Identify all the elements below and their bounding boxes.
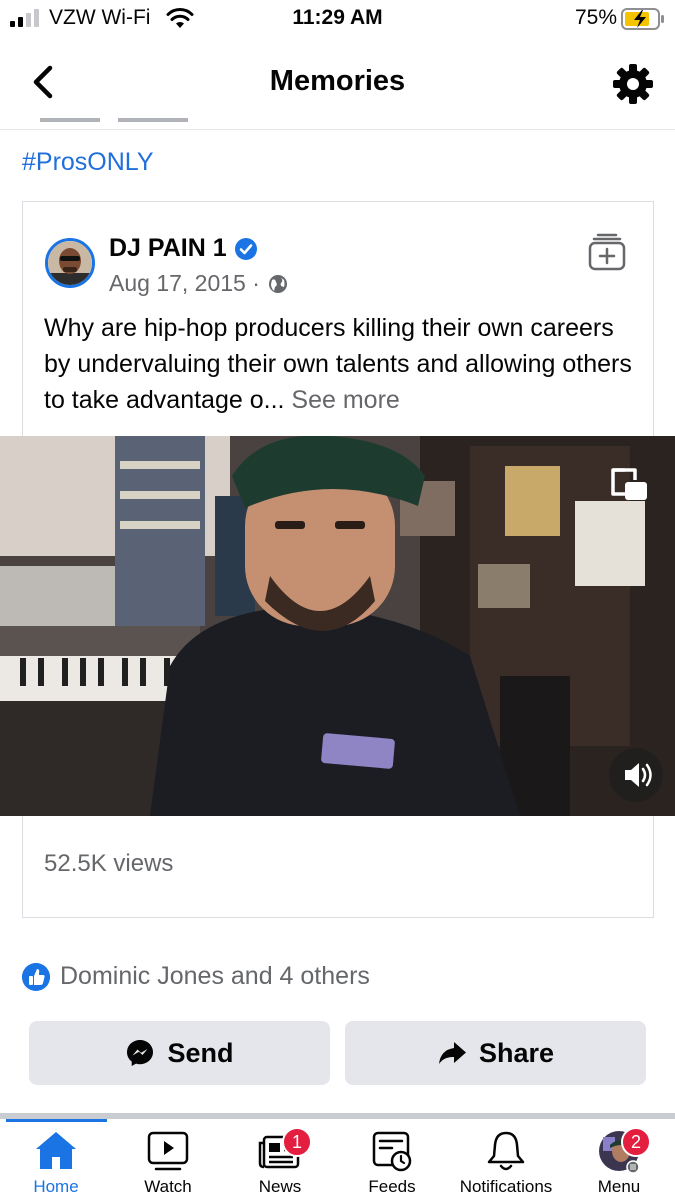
sound-toggle-button[interactable]	[609, 748, 663, 802]
reactions-text[interactable]: Dominic Jones and 4 others	[60, 962, 370, 991]
see-more-link[interactable]: See more	[291, 386, 399, 414]
page-title: Memories	[269, 65, 406, 97]
tab-menu[interactable]: 2 Menu	[563, 1119, 675, 1200]
post-date[interactable]: Aug 17, 2015 ·	[109, 270, 260, 297]
battery-percent: 75%	[574, 6, 617, 29]
save-collection-icon[interactable]	[587, 232, 627, 272]
globe-icon	[268, 274, 287, 293]
author-name[interactable]: DJ PAIN 1	[109, 234, 227, 263]
tab-watch[interactable]: Watch	[112, 1119, 224, 1200]
home-icon	[36, 1132, 76, 1169]
avatar-image	[48, 241, 92, 285]
send-label: Send	[167, 1037, 234, 1068]
clipped-previous-text	[40, 118, 188, 122]
bell-icon	[487, 1131, 525, 1171]
status-time: 11:29 AM	[292, 6, 383, 29]
video-views: 52.5K views	[44, 850, 174, 877]
tab-watch-label: Watch	[144, 1177, 192, 1196]
gear-icon[interactable]	[611, 62, 655, 106]
verified-badge-icon	[234, 237, 257, 260]
tab-news-label: News	[258, 1177, 302, 1196]
tab-news[interactable]: 1 News	[224, 1119, 336, 1200]
video-frame	[0, 436, 675, 816]
tab-notifications-label: Notifications	[459, 1177, 553, 1196]
tab-notifications[interactable]: Notifications	[448, 1119, 564, 1200]
speaker-icon	[625, 763, 652, 787]
tab-feeds[interactable]: Feeds	[336, 1119, 448, 1200]
post-meta: Aug 17, 2015 ·	[109, 270, 288, 297]
tab-home-label: Home	[33, 1177, 79, 1196]
bottom-tab-bar: Home Watch 1 News Feeds Notifications 2 …	[0, 1119, 675, 1200]
menu-notification-badge: 2	[621, 1127, 651, 1157]
hashtag-link[interactable]: #ProsONLY	[22, 148, 154, 177]
nav-header: Memories	[0, 40, 675, 130]
news-notification-badge: 1	[282, 1127, 312, 1157]
like-reaction-icon	[22, 962, 50, 991]
tab-menu-label: Menu	[597, 1177, 641, 1196]
video-player[interactable]	[0, 436, 675, 816]
author-avatar[interactable]	[45, 238, 95, 288]
share-button[interactable]: Share	[345, 1021, 646, 1085]
share-label: Share	[478, 1037, 555, 1068]
share-arrow-icon	[438, 1042, 466, 1064]
send-button[interactable]: Send	[29, 1021, 330, 1085]
tab-home[interactable]: Home	[0, 1119, 112, 1200]
feeds-icon	[372, 1131, 412, 1172]
author-name-row[interactable]: DJ PAIN 1	[109, 234, 257, 263]
status-bar: VZW Wi-Fi 11:29 AM 75%	[0, 0, 675, 38]
active-tab-indicator	[6, 1119, 107, 1122]
battery-charging-icon	[621, 8, 664, 30]
reactions-summary[interactable]: Dominic Jones and 4 others	[22, 962, 370, 991]
post-text: Why are hip-hop producers killing their …	[44, 310, 639, 418]
messenger-icon	[127, 1040, 154, 1066]
watch-video-icon	[147, 1131, 189, 1171]
tab-feeds-label: Feeds	[368, 1177, 416, 1196]
picture-in-picture-icon[interactable]	[609, 466, 649, 502]
